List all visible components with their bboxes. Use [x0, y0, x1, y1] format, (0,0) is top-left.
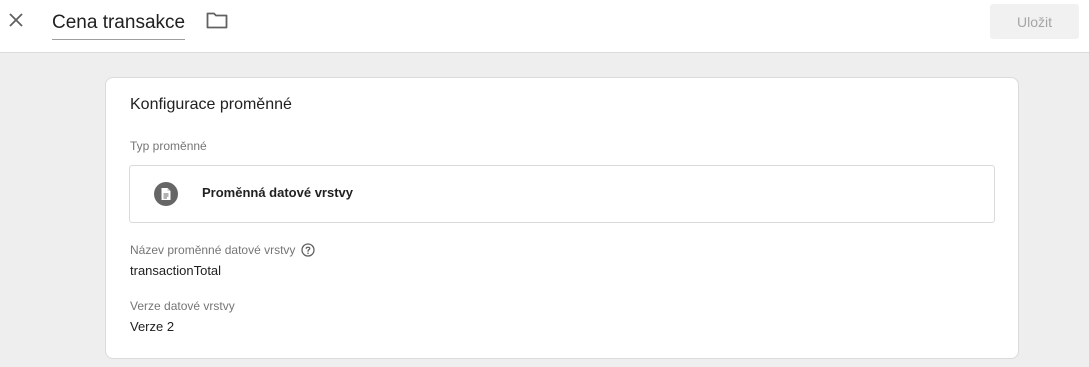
title-field[interactable]: Cena transakce [52, 10, 186, 40]
variable-configuration-card: Konfigurace proměnné Typ proměnné Proměn… [105, 77, 1019, 359]
data-layer-version-value: Verze 2 [130, 319, 175, 334]
variable-type-selector[interactable]: Proměnná datové vrstvy [129, 165, 995, 223]
data-layer-version-label: Verze datové vrstvy [130, 299, 235, 313]
close-icon [8, 12, 24, 33]
card-title: Konfigurace proměnné [130, 96, 292, 113]
data-layer-name-label: Název proměnné datové vrstvy [130, 243, 316, 257]
folder-button[interactable] [205, 11, 229, 33]
top-bar: Cena transakce Uložit [0, 0, 1089, 53]
variable-type-label: Typ proměnné [130, 139, 207, 153]
close-button[interactable] [4, 8, 28, 36]
data-layer-name-label-text: Název proměnné datové vrstvy [130, 243, 296, 257]
document-icon [154, 182, 178, 206]
help-icon[interactable] [301, 243, 316, 257]
save-button[interactable]: Uložit [990, 4, 1079, 39]
data-layer-name-value: transactionTotal [130, 263, 222, 278]
variable-title: Cena transakce [52, 12, 186, 33]
folder-icon [206, 11, 228, 34]
variable-type-name: Proměnná datové vrstvy [202, 185, 354, 200]
